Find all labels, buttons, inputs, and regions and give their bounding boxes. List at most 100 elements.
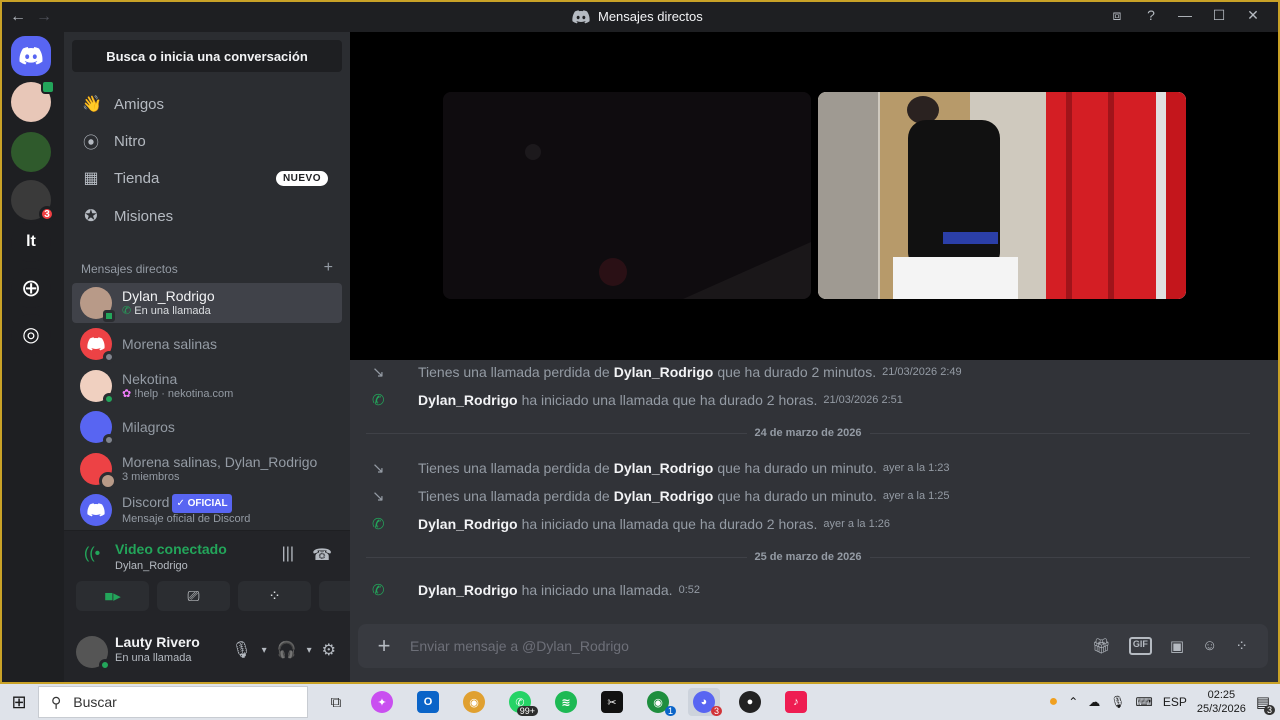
msg-text: Tienes una llamada perdida de <box>418 460 610 476</box>
server-lt[interactable]: lt <box>11 222 51 262</box>
status-dot <box>99 659 111 671</box>
notification-center-icon[interactable]: ▤ 3 <box>1256 693 1275 715</box>
voice-connection-panel: ((• Video conectado Dylan_Rodrigo ||| ☎ … <box>64 530 392 624</box>
voice-status-sub: Dylan_Rodrigo <box>115 560 188 572</box>
search-conversation-button[interactable]: Busca o inicia una conversación <box>72 40 342 72</box>
dm-item-milagros[interactable]: Milagros <box>72 407 342 447</box>
create-dm-plus-icon[interactable]: + <box>324 260 333 276</box>
nav-quests[interactable]: ✪ Misiones <box>72 198 342 234</box>
weather-icon[interactable]: ● <box>1049 693 1059 711</box>
video-tile-dylan[interactable] <box>818 92 1186 299</box>
clock-date: 25/3/2026 <box>1196 703 1246 715</box>
user-avatar[interactable] <box>76 636 111 671</box>
chevron-down-icon[interactable]: ▾ <box>307 645 312 656</box>
task-view-icon[interactable]: ⧉ <box>320 688 352 716</box>
msg-user[interactable]: Dylan_Rodrigo <box>614 488 714 504</box>
server-avatar-2[interactable] <box>11 132 51 172</box>
tiktok-icon[interactable]: ♪ <box>780 688 812 716</box>
call-log-row: ↘ Tienes una llamada perdida de Dylan_Rod… <box>372 456 1252 480</box>
dm-item-nekotina[interactable]: Nekotina ✿ !help · nekotina.com <box>72 366 342 406</box>
message-input[interactable]: Enviar mensaje a @Dylan_Rodrigo <box>410 638 1092 654</box>
dm-item-group[interactable]: Morena salinas, Dylan_Rodrigo 3 miembros <box>72 449 342 490</box>
obs-icon[interactable]: ● <box>734 688 766 716</box>
direct-messages-home-button[interactable] <box>11 36 51 76</box>
explore-compass-icon[interactable]: ◎ <box>11 314 51 354</box>
msg-timestamp: ayer a la 1:26 <box>823 518 891 530</box>
nav-nitro[interactable]: ⦿ Nitro <box>72 123 342 159</box>
outlook-icon[interactable]: O <box>412 688 444 716</box>
copilot-glyph: ✦ <box>371 691 393 713</box>
quests-icon: ✪ <box>84 208 98 225</box>
official-badge: ✓ OFICIAL <box>172 494 232 513</box>
gif-icon[interactable]: GIF <box>1128 637 1152 655</box>
headphones-icon[interactable]: 🎧 <box>277 640 297 660</box>
shop-icon: ▦ <box>83 170 99 187</box>
camera-feed <box>818 92 1186 299</box>
sticker-icon[interactable]: ▣ <box>1170 637 1184 655</box>
emoji-icon[interactable]: ☺ <box>1202 637 1217 655</box>
copilot-icon[interactable]: ✦ <box>366 688 398 716</box>
dm-sub: Mensaje oficial de Discord <box>122 513 251 525</box>
msg-user[interactable]: Dylan_Rodrigo <box>614 460 714 476</box>
add-server-icon[interactable]: ⊕ <box>11 268 51 308</box>
chevron-down-icon[interactable]: ▾ <box>262 645 267 656</box>
msg-text: ha iniciado una llamada. <box>521 582 673 598</box>
camera-button[interactable]: ■▸ <box>76 581 149 611</box>
chevron-up-icon[interactable]: ⌃ <box>1068 695 1078 709</box>
apps-icon[interactable]: ⁘ <box>1235 637 1248 655</box>
language-indicator[interactable]: ESP <box>1163 695 1187 709</box>
attach-plus-icon[interactable]: + <box>358 633 410 659</box>
msg-user[interactable]: Dylan_Rodrigo <box>418 392 518 408</box>
signal-icon[interactable]: ((• <box>84 545 100 563</box>
noise-suppression-icon[interactable]: ||| <box>282 545 294 565</box>
help-icon[interactable]: ? <box>1134 7 1168 24</box>
forward-arrow-icon[interactable]: → <box>36 8 52 26</box>
call-log-row: ↘ Tienes una llamada perdida de Dylan_Rod… <box>372 484 1252 508</box>
friends-wave-icon: 👋 <box>82 96 102 113</box>
close-button[interactable]: ✕ <box>1236 7 1270 24</box>
activities-button[interactable]: ⁘ <box>238 581 311 611</box>
voice-status-title[interactable]: Video conectado <box>115 541 227 557</box>
camera-icon: ■▸ <box>104 588 121 605</box>
user-name[interactable]: Lauty Rivero <box>115 634 200 650</box>
chrome-profile-icon[interactable]: ◉ 1 <box>642 688 676 716</box>
clock[interactable]: 02:25 25/3/2026 <box>1197 688 1246 716</box>
windows-start-icon[interactable]: ⊞ <box>0 692 38 713</box>
keyboard-icon[interactable]: ⌨ <box>1136 695 1153 709</box>
nav-friends[interactable]: 👋 Amigos <box>72 86 342 122</box>
msg-user[interactable]: Dylan_Rodrigo <box>614 364 714 380</box>
server-avatar-1[interactable] <box>11 80 55 122</box>
video-tile-self[interactable] <box>443 92 811 299</box>
nav-shop[interactable]: ▦ Tienda NUEVO <box>72 160 342 196</box>
server-avatar-3[interactable]: 3 <box>11 180 55 222</box>
new-badge: NUEVO <box>275 170 328 186</box>
volume-microphone-icon[interactable]: 🎙 <box>1110 695 1125 709</box>
minimize-button[interactable]: — <box>1168 7 1202 24</box>
gift-icon[interactable]: 🎁︎ <box>1092 637 1111 655</box>
microphone-icon[interactable]: 🎙 <box>231 640 251 660</box>
discord-taskbar-icon[interactable]: ◕ 3 <box>688 688 722 716</box>
capcut-icon[interactable]: ✂ <box>596 688 628 716</box>
msg-text: ha iniciado una llamada que ha durado 2 … <box>521 392 818 408</box>
msg-user[interactable]: Dylan_Rodrigo <box>418 516 518 532</box>
inbox-icon[interactable]: ⧈ <box>1100 7 1134 24</box>
screen-share-button[interactable]: ⎚ <box>157 581 230 611</box>
back-arrow-icon[interactable]: ← <box>10 8 26 26</box>
settings-gear-icon[interactable]: ⚙ <box>322 640 336 660</box>
taskbar-search[interactable]: ⚲ Buscar <box>38 686 308 718</box>
chrome-icon[interactable]: ◉ <box>458 688 490 716</box>
maximize-button[interactable]: ☐ <box>1202 7 1236 24</box>
spotify-icon[interactable]: ≋ <box>550 688 582 716</box>
phone-icon: ✆ <box>372 392 385 409</box>
dm-name: Milagros <box>122 418 175 435</box>
whatsapp-icon[interactable]: ✆ 99+ <box>504 688 538 716</box>
clock-time: 02:25 <box>1207 689 1236 701</box>
screen-share-icon: ⎚ <box>187 587 200 605</box>
dm-item-discord[interactable]: Discord ✓ OFICIAL Mensaje oficial de Disc… <box>72 490 342 530</box>
network-icon[interactable]: ☁ <box>1088 695 1100 709</box>
dm-item-morena-salinas[interactable]: Morena salinas <box>72 324 342 364</box>
dm-item-dylan-rodrigo[interactable]: Dylan_Rodrigo ✆ En una llamada <box>72 283 342 323</box>
disconnect-phone-icon[interactable]: ☎ <box>312 545 332 565</box>
msg-user[interactable]: Dylan_Rodrigo <box>418 582 518 598</box>
nav-label: Amigos <box>114 95 165 113</box>
